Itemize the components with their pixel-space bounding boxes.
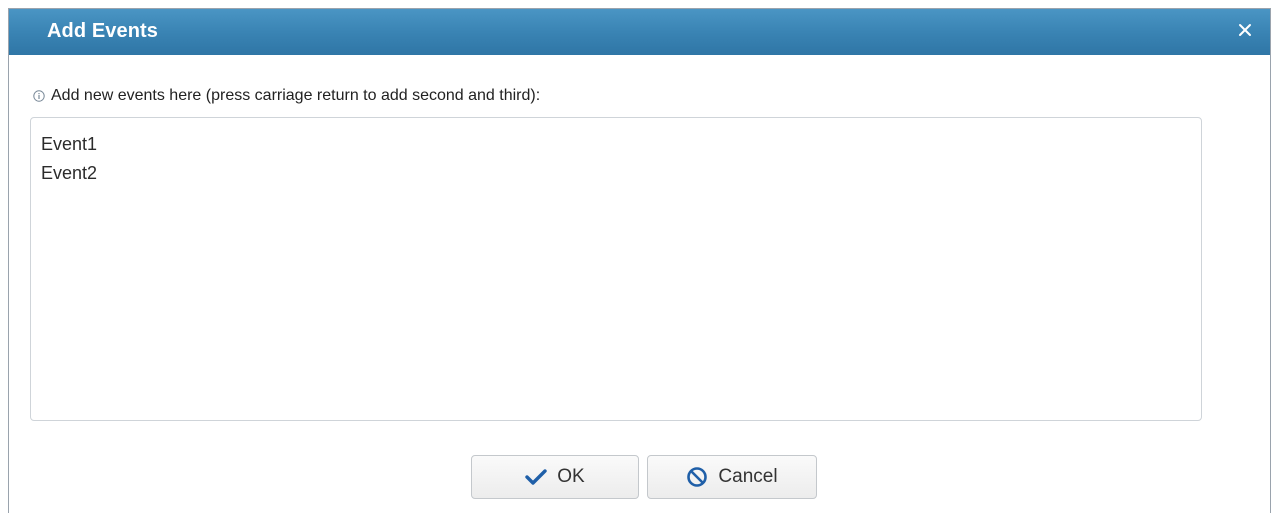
info-icon [33,90,45,102]
ok-label: OK [557,466,585,487]
instruction-line: Add new events here (press carriage retu… [33,87,540,105]
close-icon[interactable] [1234,19,1256,41]
cancel-circle-icon [686,466,708,488]
events-textarea[interactable]: Event1 Event2 [30,117,1202,421]
ok-button[interactable]: OK [471,455,639,499]
instruction-text: Add new events here (press carriage retu… [51,87,541,104]
checkmark-icon [525,468,547,486]
cancel-button[interactable]: Cancel [647,455,817,499]
cancel-label: Cancel [718,466,778,487]
dialog-title: Add Events [47,20,159,42]
dialog-titlebar[interactable]: Add Events [9,9,1270,55]
add-events-dialog: Add Events Add new events here (press ca… [8,8,1271,513]
